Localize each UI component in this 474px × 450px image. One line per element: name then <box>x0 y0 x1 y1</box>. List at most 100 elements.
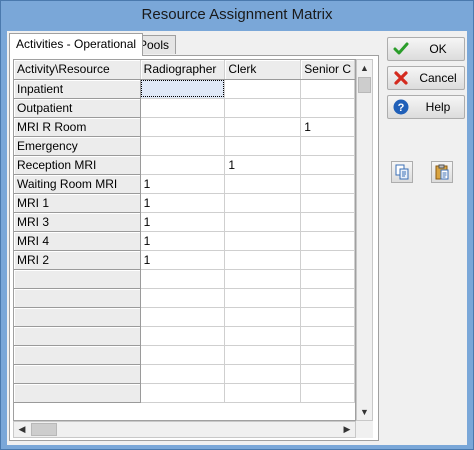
matrix-cell[interactable] <box>224 136 302 156</box>
matrix-cell[interactable]: 1 <box>224 155 302 175</box>
matrix-cell[interactable] <box>140 269 226 289</box>
title-bar[interactable]: Resource Assignment Matrix <box>1 1 473 31</box>
matrix-cell[interactable] <box>300 136 355 156</box>
matrix-cell[interactable] <box>224 117 302 137</box>
matrix-cell[interactable] <box>224 269 302 289</box>
column-header[interactable]: Clerk <box>224 60 302 80</box>
matrix-cell[interactable]: 1 <box>300 117 355 137</box>
matrix-cell[interactable] <box>140 288 226 308</box>
row-header[interactable]: Inpatient <box>14 79 141 99</box>
matrix-cell[interactable] <box>300 193 355 213</box>
row-header[interactable]: MRI 2 <box>14 250 141 270</box>
row-header[interactable]: Waiting Room MRI <box>14 174 141 194</box>
row-header[interactable]: Outpatient <box>14 98 141 118</box>
matrix-cell[interactable] <box>300 212 355 232</box>
matrix-cell[interactable] <box>300 288 355 308</box>
matrix-cell[interactable] <box>300 250 355 270</box>
row-header[interactable] <box>14 345 141 365</box>
question-icon: ? <box>393 99 409 115</box>
matrix-cell[interactable] <box>140 345 226 365</box>
matrix-cell[interactable] <box>224 174 302 194</box>
matrix-cell[interactable] <box>224 212 302 232</box>
matrix-cell[interactable]: 1 <box>140 193 226 213</box>
cancel-button[interactable]: Cancel <box>387 66 465 90</box>
matrix-cell[interactable] <box>140 98 226 118</box>
matrix-cell[interactable] <box>300 364 355 384</box>
window-title: Resource Assignment Matrix <box>141 6 333 23</box>
row-header[interactable] <box>14 364 141 384</box>
vertical-scroll-thumb[interactable] <box>358 77 371 93</box>
table-row: MRI R Room 1 <box>14 117 355 137</box>
column-header[interactable]: Radiographer <box>140 60 226 80</box>
tab-panel: Activity\Resource Radiographer Clerk Sen… <box>9 55 379 441</box>
matrix-cell[interactable] <box>140 155 226 175</box>
matrix-cell[interactable]: 1 <box>140 250 226 270</box>
matrix-cell[interactable] <box>300 79 355 99</box>
tab-activities-operational[interactable]: Activities - Operational <box>9 33 144 56</box>
matrix-cell[interactable] <box>300 174 355 194</box>
matrix-cell[interactable]: 1 <box>140 174 226 194</box>
matrix-cell[interactable] <box>224 383 302 403</box>
matrix-cell[interactable] <box>140 364 226 384</box>
table-row <box>14 383 355 403</box>
scroll-down-arrow-icon[interactable]: ▼ <box>357 404 372 420</box>
matrix-cell[interactable] <box>224 288 302 308</box>
dialog-client-area: Activities - Operational Pools Activity\… <box>7 31 467 445</box>
row-header[interactable]: MRI R Room <box>14 117 141 137</box>
matrix-cell[interactable] <box>300 307 355 327</box>
matrix-cell[interactable] <box>140 79 226 99</box>
paste-button[interactable] <box>431 161 453 183</box>
matrix-cell[interactable] <box>300 326 355 346</box>
matrix-cell[interactable] <box>224 326 302 346</box>
scroll-left-arrow-icon[interactable]: ◀ <box>14 422 30 437</box>
matrix-cell[interactable] <box>300 231 355 251</box>
scroll-right-arrow-icon[interactable]: ▶ <box>339 422 355 437</box>
matrix-cell[interactable] <box>224 98 302 118</box>
matrix-cell[interactable] <box>300 98 355 118</box>
table-row <box>14 288 355 308</box>
matrix-cell[interactable] <box>224 193 302 213</box>
matrix-cell[interactable] <box>224 79 302 99</box>
row-header[interactable] <box>14 269 141 289</box>
row-header[interactable]: Emergency <box>14 136 141 156</box>
row-header[interactable]: MRI 4 <box>14 231 141 251</box>
matrix-cell[interactable] <box>140 117 226 137</box>
paste-icon <box>435 164 449 180</box>
help-button[interactable]: ? Help <box>387 95 465 119</box>
matrix-cell[interactable] <box>224 345 302 365</box>
row-header[interactable] <box>14 307 141 327</box>
matrix-cell[interactable] <box>140 307 226 327</box>
scroll-up-arrow-icon[interactable]: ▲ <box>357 60 372 76</box>
row-header[interactable]: Reception MRI <box>14 155 141 175</box>
copy-button[interactable] <box>391 161 413 183</box>
matrix-cell[interactable]: 1 <box>140 212 226 232</box>
ok-button[interactable]: OK <box>387 37 465 61</box>
table-row <box>14 326 355 346</box>
matrix-cell[interactable] <box>300 155 355 175</box>
matrix-cell[interactable] <box>224 250 302 270</box>
matrix-cell[interactable] <box>300 383 355 403</box>
vertical-scrollbar[interactable]: ▲ ▼ <box>356 59 373 421</box>
copy-icon <box>395 164 409 180</box>
column-header[interactable]: Senior C <box>300 60 355 80</box>
matrix-cell[interactable] <box>140 326 226 346</box>
row-header[interactable]: MRI 1 <box>14 193 141 213</box>
matrix-cell[interactable] <box>140 136 226 156</box>
help-button-label: Help <box>425 100 451 114</box>
matrix-cell[interactable] <box>224 307 302 327</box>
row-header[interactable] <box>14 288 141 308</box>
matrix-cell[interactable] <box>140 383 226 403</box>
row-header[interactable] <box>14 383 141 403</box>
row-header[interactable]: MRI 3 <box>14 212 141 232</box>
table-row: Outpatient <box>14 98 355 118</box>
horizontal-scrollbar[interactable]: ◀ ▶ <box>13 421 356 438</box>
table-row: Reception MRI 1 <box>14 155 355 175</box>
matrix-cell[interactable]: 1 <box>140 231 226 251</box>
row-header[interactable] <box>14 326 141 346</box>
matrix-cell[interactable] <box>300 269 355 289</box>
horizontal-scroll-thumb[interactable] <box>31 423 57 436</box>
matrix-cell[interactable] <box>224 231 302 251</box>
matrix-cell[interactable] <box>224 364 302 384</box>
matrix-cell[interactable] <box>300 345 355 365</box>
table-row <box>14 345 355 365</box>
